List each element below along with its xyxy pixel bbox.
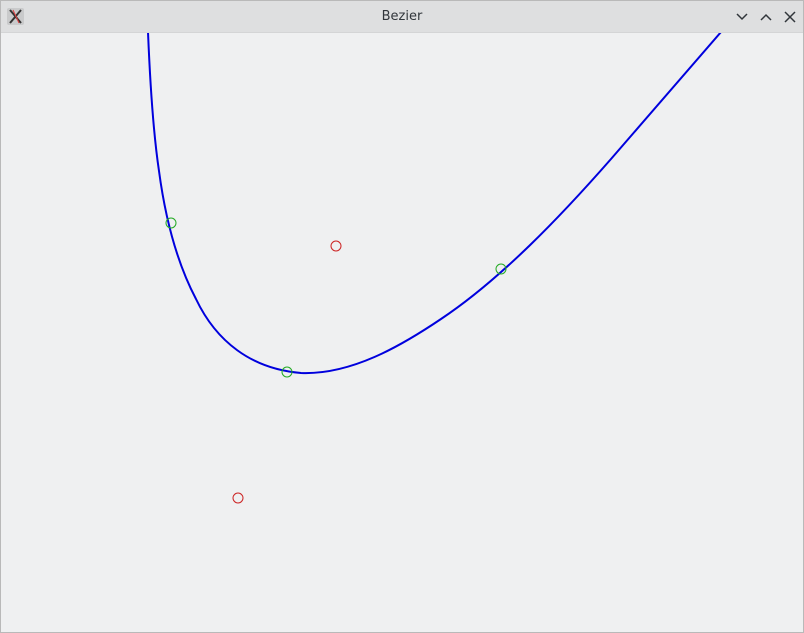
control-point[interactable] [232, 492, 244, 504]
close-button[interactable] [780, 7, 800, 27]
control-point[interactable] [330, 240, 342, 252]
drawing-canvas[interactable] [1, 33, 803, 632]
window-title: Bezier [381, 9, 423, 24]
title-bar[interactable]: Bezier [1, 1, 803, 33]
close-icon [784, 11, 796, 23]
app-window: Bezier [0, 0, 804, 633]
chevron-down-icon [736, 13, 748, 21]
minimize-button[interactable] [732, 7, 752, 27]
chevron-up-icon [760, 13, 772, 21]
bezier-curve [147, 33, 722, 375]
maximize-button[interactable] [756, 7, 776, 27]
